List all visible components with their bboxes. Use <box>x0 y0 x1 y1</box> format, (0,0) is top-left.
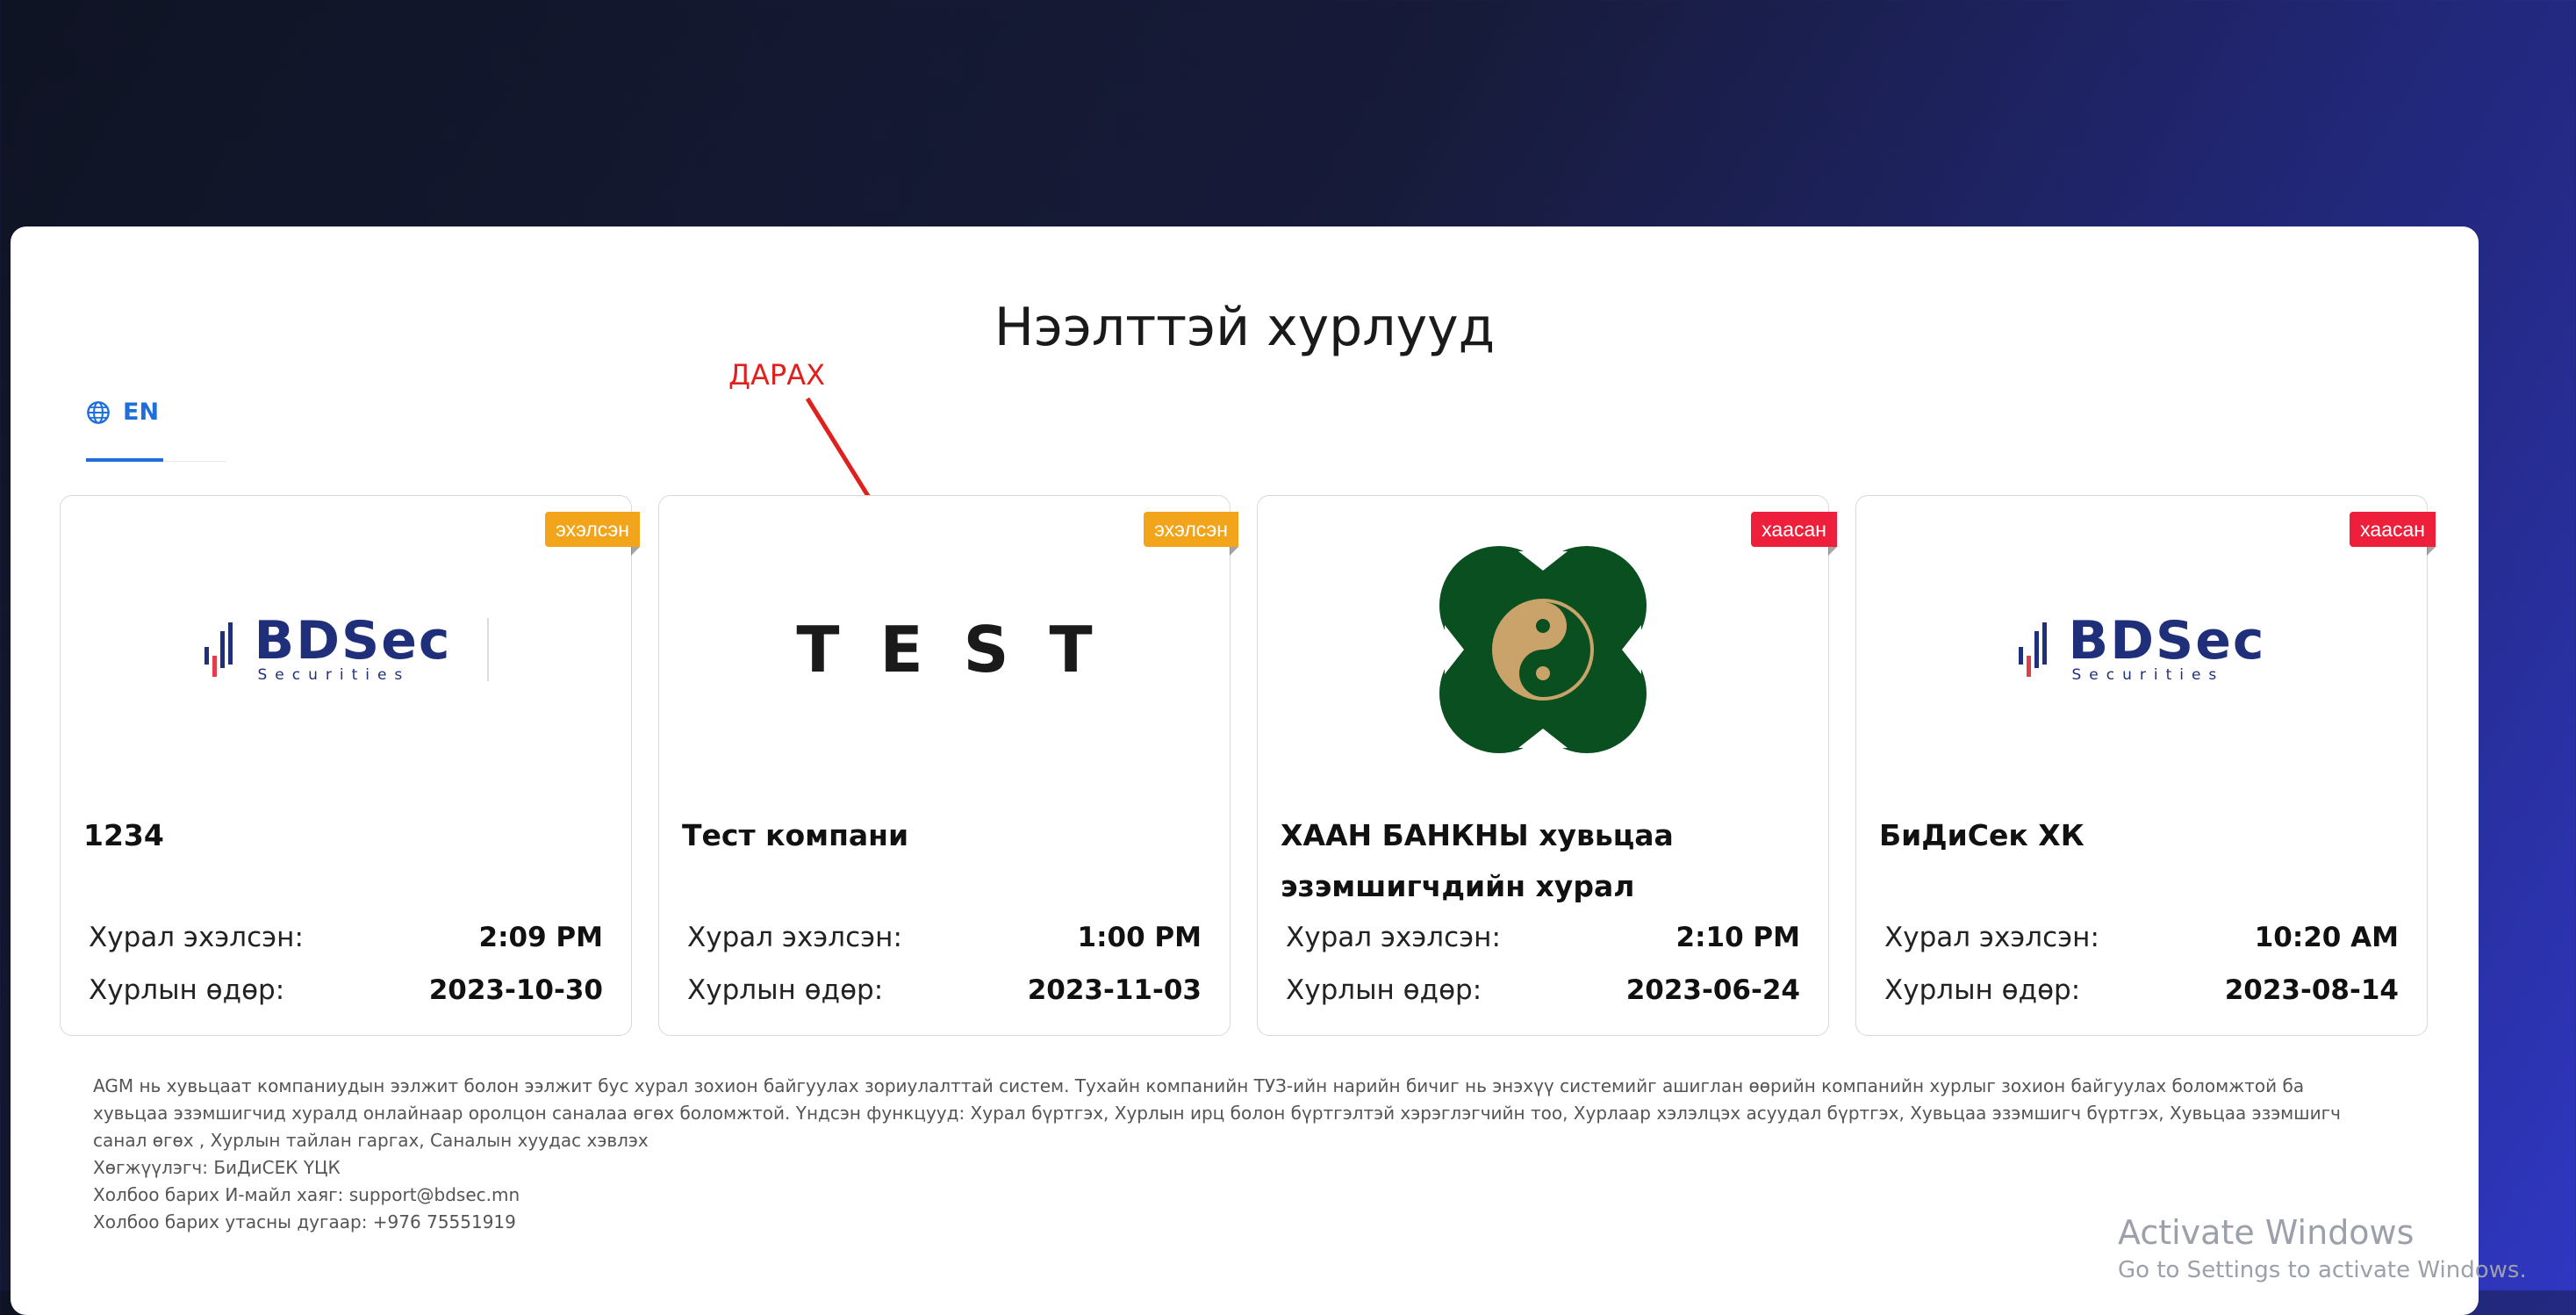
meeting-date-row: Хурлын өдөр: 2023-06-24 <box>1286 974 1800 1006</box>
bdsec-logo: BDSec Securities <box>2017 614 2265 684</box>
meeting-date-row: Хурлын өдөр: 2023-10-30 <box>89 974 603 1006</box>
meeting-card[interactable]: эхэлсэн BDSec Securities 1234 Хурал эхэл… <box>60 495 640 1036</box>
language-tab[interactable]: EN <box>86 399 159 426</box>
windows-activation-watermark: Activate Windows Go to Settings to activ… <box>2118 1213 2527 1283</box>
bar-chart-logo-icon <box>2019 622 2048 677</box>
start-time-row: Хурал эхэлсэн: 10:20 AM <box>1884 922 2399 953</box>
bar-chart-logo-icon <box>205 622 233 677</box>
meeting-card[interactable]: хаасан BDSec Securities БиДиСек ХК Хурал… <box>1855 495 2436 1036</box>
company-name: Тест компани <box>682 818 909 852</box>
company-name: ХААН БАНКНЫ хувьцаа эзэмшигчдийн хурал <box>1281 818 1674 903</box>
company-name: 1234 <box>83 818 164 852</box>
globe-icon <box>87 400 110 424</box>
footer: AGM нь хувьцаат компаниудын ээлжит болон… <box>93 1073 2375 1236</box>
footer-description: AGM нь хувьцаат компаниудын ээлжит болон… <box>93 1075 2341 1151</box>
meeting-card[interactable]: хаасан ХААН БАНКНЫ хувьцаа эзэмшигчдийн … <box>1257 495 1837 1036</box>
start-time-row: Хурал эхэлсэн: 2:09 PM <box>89 922 603 953</box>
footer-developer: Хөгжүүлэгч: БиДиСЕК ҮЦК <box>93 1157 341 1178</box>
footer-email: Холбоо барих И-майл хаяг: support@bdsec.… <box>93 1184 520 1205</box>
start-time-row: Хурал эхэлсэн: 2:10 PM <box>1286 922 1800 953</box>
page-title: Нээлттэй хурлууд <box>994 297 1496 358</box>
meeting-card[interactable]: эхэлсэн TEST Тест компани Хурал эхэлсэн:… <box>658 495 1238 1036</box>
meeting-date-row: Хурлын өдөр: 2023-08-14 <box>1884 974 2399 1006</box>
meeting-date-row: Хурлын өдөр: 2023-11-03 <box>687 974 1202 1006</box>
annotation-label: ДАРАХ <box>728 358 825 392</box>
start-time-row: Хурал эхэлсэн: 1:00 PM <box>687 922 1202 953</box>
language-tab-label: EN <box>123 399 160 426</box>
khan-bank-logo-icon <box>1439 546 1647 753</box>
footer-phone: Холбоо барих утасны дугаар: +976 7555191… <box>93 1211 516 1232</box>
bdsec-logo: BDSec Securities <box>203 614 489 684</box>
company-name: БиДиСек ХК <box>1879 818 2084 852</box>
test-logo: TEST <box>796 613 1133 686</box>
active-tab-indicator <box>86 458 163 462</box>
